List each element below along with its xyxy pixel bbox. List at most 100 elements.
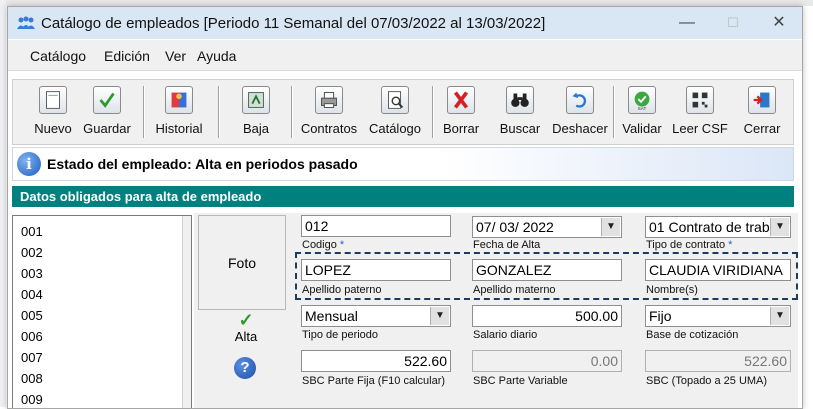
apellido-paterno-label: Apellido paterno — [302, 284, 382, 296]
minimize-button[interactable]: — — [664, 7, 710, 39]
codigo-caption: Codigo * — [302, 239, 344, 251]
close-button[interactable]: ✕ — [756, 7, 802, 39]
menu-catalogo[interactable]: Catálogo — [30, 48, 86, 64]
chevron-down-icon[interactable]: ▼ — [770, 218, 789, 236]
toolbar: Nuevo Guardar Historial Baja Contratos C… — [12, 79, 794, 145]
undo-icon — [566, 86, 594, 114]
codigo-field[interactable]: 012 — [301, 215, 451, 237]
sbc-fija-label: SBC Parte Fija (F10 calcular) — [302, 375, 446, 387]
baja-label: Baja — [242, 121, 270, 136]
toolbar-separator — [218, 86, 220, 138]
fecha-alta-field[interactable]: 07/ 03/ 2022 ▼ — [472, 216, 622, 238]
salario-diario-field[interactable]: 500.00 — [472, 305, 622, 327]
chevron-down-icon[interactable]: ▼ — [770, 307, 789, 325]
leer-csf-button[interactable]: Leer CSF — [669, 84, 731, 140]
apellido-materno-label: Apellido materno — [473, 284, 556, 296]
tipo-periodo-select[interactable]: Mensual ▼ — [301, 305, 451, 327]
base-cotizacion-value: Fijo — [649, 308, 672, 324]
list-item[interactable]: 009 — [21, 392, 43, 407]
list-item[interactable]: 008 — [21, 371, 43, 386]
window-title: Catálogo de empleados [Periodo 11 Semana… — [41, 15, 546, 32]
tipo-contrato-caption: Tipo de contrato * — [646, 239, 732, 251]
binoculars-icon — [506, 86, 534, 114]
chevron-down-icon[interactable]: ▼ — [601, 218, 620, 236]
magnifier-page-icon — [381, 86, 409, 114]
toolbar-separator — [613, 86, 615, 138]
codigo-label: Codigo — [302, 239, 337, 251]
leer-csf-label: Leer CSF — [672, 121, 728, 136]
toolbar-separator — [291, 86, 293, 138]
list-item[interactable]: 004 — [21, 287, 43, 302]
base-cotizacion-select[interactable]: Fijo ▼ — [645, 305, 791, 327]
exit-icon — [748, 86, 776, 114]
nuevo-button[interactable]: Nuevo — [27, 84, 79, 140]
baja-button[interactable]: Baja — [228, 84, 284, 140]
app-logo-icon — [17, 16, 35, 29]
sbc-variable-label: SBC Parte Variable — [473, 375, 568, 387]
list-item[interactable]: 006 — [21, 329, 43, 344]
help-icon[interactable]: ? — [234, 357, 256, 379]
menu-bar: Catálogo Edición Ver Ayuda — [8, 40, 802, 71]
required-marker: * — [725, 239, 733, 251]
contratos-label: Contratos — [300, 121, 358, 136]
cerrar-label: Cerrar — [743, 121, 781, 136]
cerrar-button[interactable]: Cerrar — [737, 84, 787, 140]
required-marker: * — [336, 239, 345, 251]
contratos-button[interactable]: Contratos — [298, 84, 360, 140]
validar-label: Validar — [622, 121, 662, 136]
validar-button[interactable]: SAT Validar — [617, 84, 667, 140]
info-icon: i — [17, 152, 41, 176]
tipo-periodo-value: Mensual — [305, 308, 358, 324]
toolbar-separator — [432, 86, 434, 138]
nuevo-label: Nuevo — [34, 121, 72, 136]
borrar-button[interactable]: Borrar — [435, 84, 487, 140]
chevron-down-icon[interactable]: ▼ — [430, 307, 449, 325]
sbc-variable-field: 0.00 — [472, 350, 622, 372]
checkmark-icon: ✓ — [238, 310, 254, 330]
fecha-alta-value: 07/ 03/ 2022 — [476, 219, 554, 235]
catalogo-label: Catálogo — [368, 121, 422, 136]
photo-box[interactable]: Foto — [198, 215, 286, 310]
title-bar: Catálogo de empleados [Periodo 11 Semana… — [8, 7, 802, 39]
qr-icon — [686, 86, 714, 114]
list-scrollbar[interactable] — [182, 216, 191, 408]
alta-indicator: ✓ Alta — [226, 311, 266, 344]
employee-list[interactable]: 001 002 003 004 005 006 007 008 009 — [12, 215, 192, 408]
baja-icon — [242, 86, 270, 114]
svg-text:SAT: SAT — [638, 106, 647, 111]
list-item[interactable]: 001 — [21, 224, 43, 239]
sat-icon: SAT — [628, 86, 656, 114]
guardar-label: Guardar — [83, 121, 131, 136]
tipo-contrato-value: 01 Contrato de trabajo — [649, 219, 789, 235]
sbc-fija-field[interactable]: 522.60 — [301, 350, 451, 372]
printer-icon — [315, 86, 343, 114]
nombre-field[interactable]: CLAUDIA VIRIDIANA — [645, 259, 791, 281]
history-icon — [165, 86, 193, 114]
buscar-button[interactable]: Buscar — [493, 84, 547, 140]
new-doc-icon — [39, 86, 67, 114]
buscar-label: Buscar — [499, 121, 541, 136]
tipo-contrato-label: Tipo de contrato — [646, 239, 726, 251]
list-item[interactable]: 003 — [21, 266, 43, 281]
checkmark-icon — [93, 86, 121, 114]
deshacer-button[interactable]: Deshacer — [549, 84, 611, 140]
list-item[interactable]: 005 — [21, 308, 43, 323]
sbc-topado-label: SBC (Topado a 25 UMA) — [646, 375, 768, 387]
apellido-materno-field[interactable]: GONZALEZ — [472, 259, 622, 281]
maximize-button[interactable]: ☐ — [710, 7, 756, 39]
catalogo-button[interactable]: Catálogo — [365, 84, 425, 140]
delete-x-icon — [447, 86, 475, 114]
apellido-paterno-field[interactable]: LOPEZ — [301, 259, 451, 281]
menu-edicion[interactable]: Edición — [104, 48, 150, 64]
guardar-button[interactable]: Guardar — [79, 84, 135, 140]
employee-status-text: Estado del empleado: Alta en periodos pa… — [47, 156, 358, 172]
list-item[interactable]: 007 — [21, 350, 43, 365]
tipo-contrato-select[interactable]: 01 Contrato de trabajo ▼ — [645, 216, 791, 238]
base-cotizacion-label: Base de cotización — [646, 329, 739, 341]
list-item[interactable]: 002 — [21, 245, 43, 260]
menu-ver[interactable]: Ver — [165, 48, 186, 64]
sbc-topado-field: 522.60 — [645, 350, 791, 372]
menu-ayuda[interactable]: Ayuda — [197, 48, 236, 64]
historial-button[interactable]: Historial — [149, 84, 209, 140]
historial-label: Historial — [155, 121, 203, 136]
